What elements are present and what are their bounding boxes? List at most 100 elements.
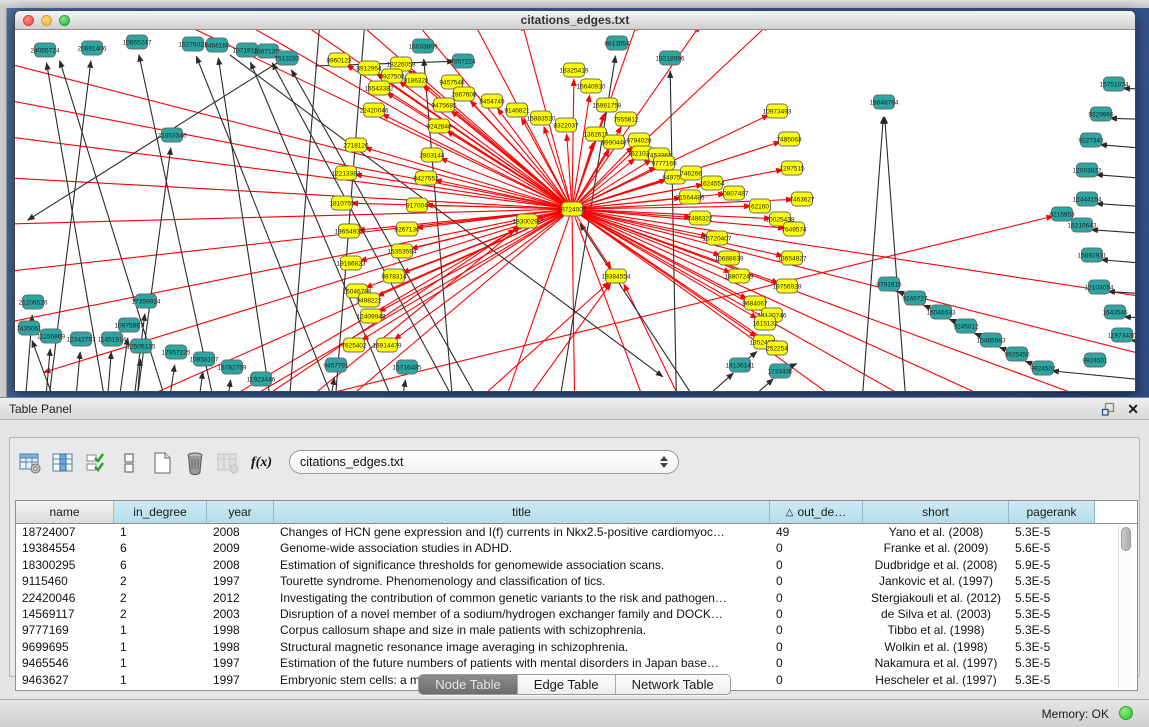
table-cell[interactable]: Disruption of a novel member of a sodium… — [274, 606, 770, 622]
table-cell[interactable]: Tourette syndrome. Phenomenology and cla… — [274, 573, 770, 589]
graph-node-11451914[interactable]: 11451914 — [98, 332, 127, 346]
graph-node-20691406[interactable]: 20691406 — [78, 41, 107, 55]
table-cell[interactable]: 5.3E-5 — [1009, 524, 1095, 540]
network-canvas[interactable]: 1872400789601238912954182260589927508818… — [15, 30, 1135, 392]
graph-node-10655247[interactable]: 10655247 — [123, 35, 152, 49]
zoom-window-icon[interactable] — [59, 15, 70, 26]
graph-node-16543382[interactable]: 16543382 — [365, 81, 394, 95]
graph-node-8960123[interactable]: 8960123 — [326, 53, 352, 67]
graph-node-8912954[interactable]: 8912954 — [356, 61, 382, 75]
table-cell[interactable]: Franke et al. (2009) — [863, 540, 1009, 556]
graph-node-12409948[interactable]: 12409948 — [357, 309, 386, 323]
table-cell[interactable]: 5.3E-5 — [1009, 622, 1095, 638]
graph-node-7513283[interactable]: 7513283 — [274, 51, 300, 65]
table-cell[interactable]: 5.3E-5 — [1009, 639, 1095, 655]
table-cell[interactable]: 0 — [770, 573, 863, 589]
table-cell[interactable]: Wolkin et al. (1998) — [863, 639, 1009, 655]
graph-node-10973493[interactable]: 10973493 — [763, 104, 792, 118]
function-builder-icon[interactable]: f(x) — [251, 455, 272, 471]
table-cell[interactable]: Structural magnetic resonance image aver… — [274, 639, 770, 655]
table-cell[interactable]: 5.3E-5 — [1009, 606, 1095, 622]
graph-node-8427552[interactable]: 8427552 — [413, 171, 439, 185]
graph-node-12213383[interactable]: 12213383 — [332, 166, 361, 180]
graph-node-12444154[interactable]: 12444154 — [1073, 192, 1102, 206]
table-cell[interactable]: 1997 — [207, 655, 274, 671]
table-selector-dropdown[interactable]: citations_edges.txt — [289, 450, 679, 474]
table-cell[interactable]: 9699695 — [16, 639, 114, 655]
graph-node-8454749[interactable]: 8454749 — [479, 94, 505, 108]
table-cell[interactable]: 5.5E-5 — [1009, 590, 1095, 606]
graph-node-12505135[interactable]: 12505135 — [127, 339, 156, 353]
graph-node-9924502[interactable]: 9924502 — [1030, 361, 1056, 375]
graph-node-7955812[interactable]: 7955812 — [613, 112, 639, 126]
graph-node-17957225[interactable]: 17957225 — [162, 345, 191, 359]
graph-node-1297515[interactable]: 1297515 — [779, 161, 805, 175]
column-header-title[interactable]: title — [274, 501, 770, 523]
graph-node-15751074[interactable]: 15751074 — [1100, 77, 1129, 91]
table-row[interactable]: 1456911722003Disruption of a novel membe… — [16, 606, 1137, 622]
scrollbar-thumb[interactable] — [1121, 527, 1131, 551]
tab-node-table[interactable]: Node Table — [419, 675, 518, 694]
graph-node-9242848[interactable]: 9242848 — [426, 119, 452, 133]
graph-node-9246727[interactable]: 9246727 — [902, 291, 928, 305]
graph-node-7625402[interactable]: 7625402 — [341, 338, 367, 352]
table-cell[interactable]: Tibbo et al. (1998) — [863, 622, 1009, 638]
graph-node-10975867[interactable]: 10975867 — [115, 318, 144, 332]
table-row[interactable]: 977716911998Corpus callosum shape and si… — [16, 622, 1137, 638]
graph-node-8215953[interactable]: 8215953 — [1049, 207, 1075, 221]
table-cell[interactable]: 6 — [114, 540, 207, 556]
table-cell[interactable]: Yano et al. (2008) — [863, 524, 1009, 540]
table-cell[interactable]: 0 — [770, 639, 863, 655]
table-row[interactable]: 1830029562008Estimation of significance … — [16, 557, 1137, 573]
table-cell[interactable]: 9465546 — [16, 655, 114, 671]
graph-node-10807487[interactable]: 10807487 — [720, 186, 749, 200]
graph-node-15720407[interactable]: 15720407 — [703, 231, 732, 245]
graph-node-8990448[interactable]: 8990448 — [601, 135, 627, 149]
table-cell[interactable]: 19384554 — [16, 540, 114, 556]
network-window-titlebar[interactable]: citations_edges.txt — [15, 11, 1135, 30]
table-cell[interactable]: 2008 — [207, 524, 274, 540]
column-header-in_degree[interactable]: in_degree — [114, 501, 207, 523]
graph-node-746266[interactable]: 746266 — [680, 166, 702, 180]
graph-node-21206526[interactable]: 21206526 — [19, 295, 48, 309]
graph-node-9329966[interactable]: 9329966 — [1088, 107, 1114, 121]
table-cell[interactable]: 5.3E-5 — [1009, 655, 1095, 671]
delete-icon[interactable] — [183, 451, 207, 475]
table-cell[interactable]: 49 — [770, 524, 863, 540]
graph-node-7857224[interactable]: 7857224 — [450, 54, 476, 68]
table-cell[interactable]: 0 — [770, 540, 863, 556]
table-cell[interactable]: Estimation of the future numbers of pati… — [274, 655, 770, 671]
graph-node-9245012[interactable]: 9245012 — [953, 319, 979, 333]
table-cell[interactable]: 2009 — [207, 540, 274, 556]
table-cell[interactable]: 1 — [114, 639, 207, 655]
tab-network-table[interactable]: Network Table — [616, 675, 730, 694]
graph-node-19218996[interactable]: 19218996 — [656, 51, 685, 65]
table-cell[interactable]: 2 — [114, 590, 207, 606]
table-row[interactable]: 1872400712008Changes of HCN gene express… — [16, 524, 1137, 540]
graph-node-9475685[interactable]: 9475685 — [431, 98, 457, 112]
table-cell[interactable]: 18724007 — [16, 524, 114, 540]
table-panel-titlebar[interactable]: Table Panel ✕ — [0, 397, 1149, 420]
table-cell[interactable]: 1997 — [207, 573, 274, 589]
graph-node-19166823[interactable]: 19166823 — [337, 256, 366, 270]
table-cell[interactable]: 1 — [114, 622, 207, 638]
table-cell[interactable]: Investigating the contribution of common… — [274, 590, 770, 606]
graph-node-15353594[interactable]: 15353594 — [388, 244, 417, 258]
graph-node-8267130[interactable]: 8267130 — [394, 222, 420, 236]
graph-node-1810755[interactable]: 1810755 — [329, 196, 355, 210]
graph-node-18300295[interactable]: 18300295 — [513, 214, 542, 228]
graph-node-9227343[interactable]: 9227343 — [1078, 133, 1104, 147]
close-panel-icon[interactable]: ✕ — [1127, 400, 1139, 418]
column-header-pagerank[interactable]: pagerank — [1009, 501, 1095, 523]
table-cell[interactable]: 1998 — [207, 622, 274, 638]
table-cell[interactable]: 1 — [114, 655, 207, 671]
graph-node-19384554[interactable]: 19384554 — [602, 269, 631, 283]
table-cell[interactable]: 1998 — [207, 639, 274, 655]
table-cell[interactable]: 2008 — [207, 557, 274, 573]
graph-node-17359924[interactable]: 17359924 — [132, 294, 161, 308]
graph-node-18325419[interactable]: 18325419 — [560, 63, 589, 77]
table-cell[interactable]: Changes of HCN gene expression and I(f) … — [274, 524, 770, 540]
graph-node-16210643[interactable]: 16210643 — [1068, 218, 1097, 232]
graph-node-11973430[interactable]: 11973430 — [1108, 328, 1135, 342]
graph-node-10688639[interactable]: 10688639 — [715, 251, 744, 265]
